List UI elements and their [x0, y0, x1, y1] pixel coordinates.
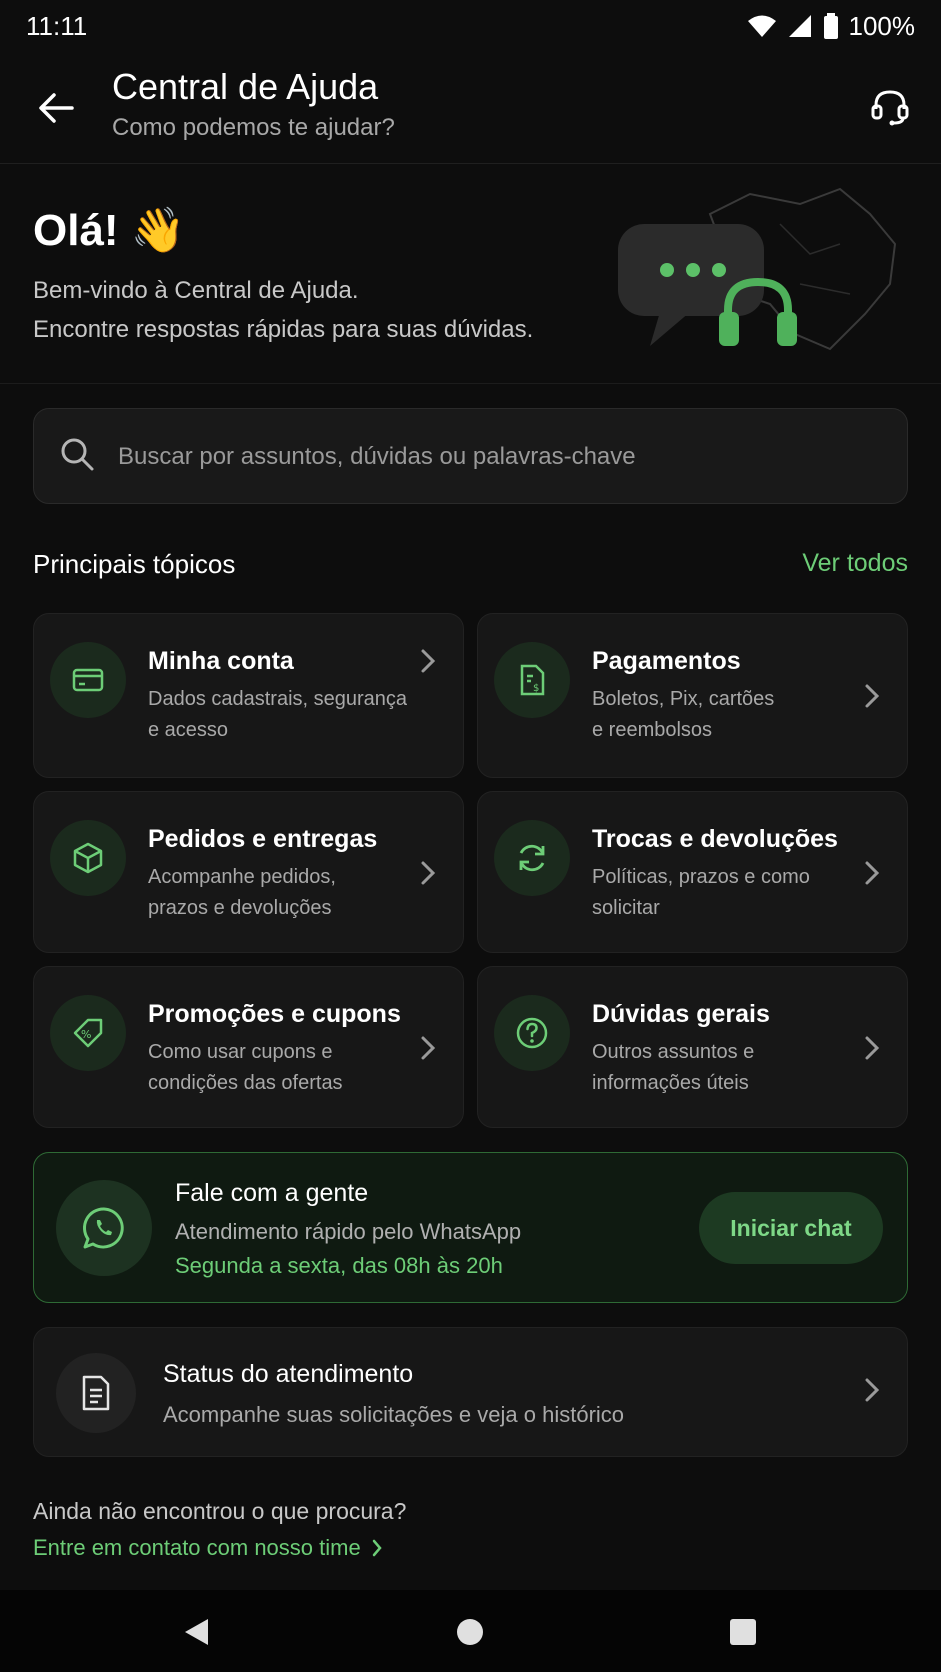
chevron-right-icon	[865, 1036, 880, 1060]
topic-description: Boletos, Pix, cartões e reembolsos	[592, 684, 862, 746]
topic-description: Dados cadastrais, segurança e acesso	[148, 684, 418, 746]
topic-description-line: Acompanhe pedidos,	[148, 866, 336, 888]
nav-recents-button[interactable]	[721, 1610, 765, 1654]
chevron-right-icon	[421, 649, 436, 673]
search-bar[interactable]	[33, 408, 908, 504]
support-illustration	[618, 187, 897, 351]
topic-description-line: Como usar cupons e	[148, 1041, 333, 1063]
whatsapp-title: Fale com a gente	[175, 1179, 369, 1207]
clock: 11:11	[26, 10, 88, 41]
battery-level: 100%	[848, 10, 916, 41]
topic-description-line: Boletos, Pix, cartões	[592, 688, 775, 710]
contact-team-label: Entre em contato com nosso time	[33, 1535, 361, 1560]
welcome-subtext: Encontre respostas rápidas para suas dúv…	[33, 316, 534, 343]
topic-description: Como usar cupons e condições das ofertas	[148, 1037, 418, 1099]
topic-description-line: e reembolsos	[592, 719, 713, 741]
search-icon	[61, 438, 94, 471]
battery-icon	[823, 13, 838, 39]
support-status-subtitle: Acompanhe suas solicitações e veja o his…	[163, 1402, 625, 1427]
topic-title: Trocas e devoluções	[592, 825, 838, 853]
status-bar: 11:11 100%	[0, 0, 941, 52]
app-bar: Central de Ajuda Como podemos te ajudar?	[0, 52, 941, 164]
document-icon	[56, 1353, 136, 1433]
topic-title: Pedidos e entregas	[148, 825, 378, 853]
topic-description-line: e acesso	[148, 719, 229, 741]
topic-description-line: Dados cadastrais, segurança	[148, 688, 408, 710]
topic-description-line: Políticas, prazos e como	[592, 866, 810, 888]
svg-text:%: %	[81, 1028, 91, 1041]
topics-section-title: Principais tópicos	[33, 549, 236, 579]
chevron-right-icon	[865, 861, 880, 885]
welcome-hero: Olá! 👋 Bem-vindo à Central de Ajuda. Enc…	[0, 164, 941, 384]
topic-title: Pagamentos	[592, 647, 741, 675]
svg-text:$: $	[533, 683, 539, 694]
nav-home-button[interactable]	[448, 1610, 492, 1654]
page-subtitle: Como podemos te ajudar?	[112, 114, 395, 141]
topic-card-promocoes[interactable]: % Promoções e cupons Como usar cupons e …	[33, 966, 464, 1128]
system-navigation-bar	[0, 1590, 941, 1672]
question-icon	[494, 995, 570, 1071]
box-icon	[50, 820, 126, 896]
footer-question: Ainda não encontrou o que procura?	[33, 1498, 407, 1524]
topic-description: Acompanhe pedidos, prazos e devoluções	[148, 862, 418, 924]
whatsapp-subtitle: Atendimento rápido pelo WhatsApp	[175, 1219, 522, 1244]
topic-description: Outros assuntos e informações úteis	[592, 1037, 862, 1099]
wifi-icon	[747, 15, 776, 37]
circle-home-icon	[457, 1619, 483, 1645]
topic-card-pedidos[interactable]: Pedidos e entregas Acompanhe pedidos, pr…	[33, 791, 464, 953]
whatsapp-hours: Segunda a sexta, das 08h às 20h	[175, 1253, 503, 1278]
credit-card-icon	[50, 642, 126, 718]
topic-card-trocas[interactable]: Trocas e devoluções Políticas, prazos e …	[477, 791, 908, 953]
triangle-back-icon	[185, 1619, 208, 1645]
support-status-card[interactable]: Status do atendimento Acompanhe suas sol…	[33, 1327, 908, 1457]
topic-description-line: prazos e devoluções	[148, 897, 332, 919]
signal-icon	[788, 15, 811, 37]
topic-description-line: informações úteis	[592, 1072, 749, 1094]
topic-title: Promoções e cupons	[148, 1000, 401, 1028]
headset-icon	[871, 90, 909, 126]
welcome-text: Bem-vindo à Central de Ajuda.	[33, 277, 359, 304]
invoice-icon: $	[494, 642, 570, 718]
whatsapp-contact-card: Fale com a gente Atendimento rápido pelo…	[33, 1152, 908, 1303]
coupon-icon: %	[50, 995, 126, 1071]
chevron-right-icon	[865, 684, 880, 708]
back-button[interactable]	[30, 82, 82, 134]
whatsapp-icon	[56, 1180, 152, 1276]
topic-description-line: Outros assuntos e	[592, 1041, 755, 1063]
topic-card-minha-conta[interactable]: Minha conta Dados cadastrais, segurança …	[33, 613, 464, 778]
see-all-link[interactable]: Ver todos	[802, 549, 908, 578]
chevron-right-icon	[865, 1378, 880, 1402]
topic-description-line: condições das ofertas	[148, 1072, 343, 1094]
start-chat-button[interactable]: Iniciar chat	[699, 1192, 883, 1264]
search-input[interactable]	[116, 431, 880, 483]
status-icons: 100%	[747, 10, 916, 42]
support-status-title: Status do atendimento	[163, 1360, 414, 1388]
topic-card-pagamentos[interactable]: $ Pagamentos Boletos, Pix, cartões e ree…	[477, 613, 908, 778]
topic-title: Dúvidas gerais	[592, 1000, 770, 1028]
chevron-right-icon	[421, 861, 436, 885]
topic-card-duvidas[interactable]: Dúvidas gerais Outros assuntos e informa…	[477, 966, 908, 1128]
arrow-left-icon	[39, 93, 74, 123]
chevron-right-icon	[421, 1036, 436, 1060]
topic-description: Políticas, prazos e como solicitar	[592, 862, 862, 924]
page-title: Central de Ajuda	[112, 66, 379, 107]
contact-team-link[interactable]: Entre em contato com nosso time	[33, 1535, 383, 1561]
square-recents-icon	[730, 1619, 756, 1645]
chevron-right-icon	[372, 1539, 382, 1557]
topic-title: Minha conta	[148, 647, 294, 675]
topic-description-line: solicitar	[592, 897, 660, 919]
nav-back-button[interactable]	[174, 1610, 218, 1654]
refresh-icon	[494, 820, 570, 896]
greeting: Olá! 👋	[33, 206, 186, 255]
support-button[interactable]	[861, 78, 919, 136]
